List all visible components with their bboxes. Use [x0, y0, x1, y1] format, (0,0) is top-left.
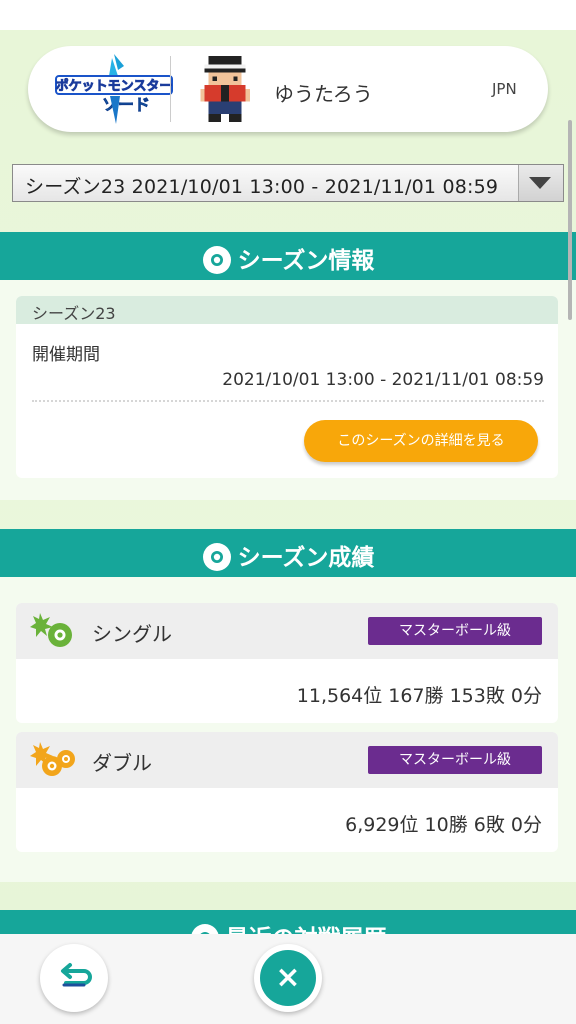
- double-result-header: ダブル マスターボール級: [16, 732, 558, 788]
- scrollbar[interactable]: [568, 120, 572, 320]
- double-result-card: ダブル マスターボール級 6,929位 10勝 6敗 0分: [16, 732, 558, 852]
- top-strip: [0, 0, 576, 30]
- single-rank-badge: マスターボール級: [368, 617, 542, 645]
- pokeball-icon: [202, 542, 231, 571]
- single-result-header: シングル マスターボール級: [16, 603, 558, 659]
- region-code: JPN: [492, 80, 517, 98]
- back-arrow-icon: [61, 963, 92, 987]
- pokemon-sword-logo: ポケットモンスター ソード: [55, 54, 173, 124]
- season-detail-button[interactable]: このシーズンの詳細を見る: [304, 420, 538, 462]
- svg-text:ポケットモンスター: ポケットモンスター: [56, 78, 173, 94]
- close-button[interactable]: ×: [254, 944, 322, 1012]
- trainer-avatar: [200, 56, 250, 122]
- pokeball-icon: [202, 245, 231, 274]
- season-info-card: シーズン23 開催期間 2021/10/01 13:00 - 2021/11/0…: [16, 296, 558, 478]
- period-value: 2021/10/01 13:00 - 2021/11/01 08:59: [222, 370, 544, 390]
- season-name-header: シーズン23: [16, 296, 558, 324]
- svg-text:ソード: ソード: [102, 95, 150, 114]
- profile-divider: [170, 56, 171, 122]
- season-results-title: シーズン成績: [237, 545, 375, 571]
- season-select-arrow-button[interactable]: [518, 165, 563, 201]
- profile-card: ポケットモンスター ソード ゆうたろう JPN: [28, 46, 548, 132]
- period-label: 開催期間: [32, 345, 100, 365]
- season-select[interactable]: シーズン23 2021/10/01 13:00 - 2021/11/01 08:…: [12, 164, 564, 202]
- season-info-title: シーズン情報: [237, 248, 375, 274]
- single-result-card: シングル マスターボール級 11,564位 167勝 153敗 0分: [16, 603, 558, 723]
- season-info-header: シーズン情報: [0, 232, 576, 280]
- single-record: 11,564位 167勝 153敗 0分: [296, 685, 542, 707]
- double-battle-icon: [30, 742, 75, 776]
- season-select-value: シーズン23 2021/10/01 13:00 - 2021/11/01 08:…: [25, 176, 499, 198]
- double-label: ダブル: [92, 751, 152, 775]
- player-name: ゆうたろう: [274, 82, 373, 106]
- season-results-header: シーズン成績: [0, 529, 576, 577]
- double-record: 6,929位 10勝 6敗 0分: [345, 814, 542, 836]
- close-button-circle: ×: [260, 950, 316, 1006]
- single-label: シングル: [92, 622, 172, 646]
- double-rank-badge: マスターボール級: [368, 746, 542, 774]
- dotted-divider: [32, 400, 544, 402]
- single-battle-icon: [30, 613, 72, 647]
- chevron-down-icon: [529, 177, 551, 189]
- close-icon: ×: [275, 960, 301, 995]
- back-button[interactable]: [40, 944, 108, 1012]
- season-name: シーズン23: [32, 304, 116, 323]
